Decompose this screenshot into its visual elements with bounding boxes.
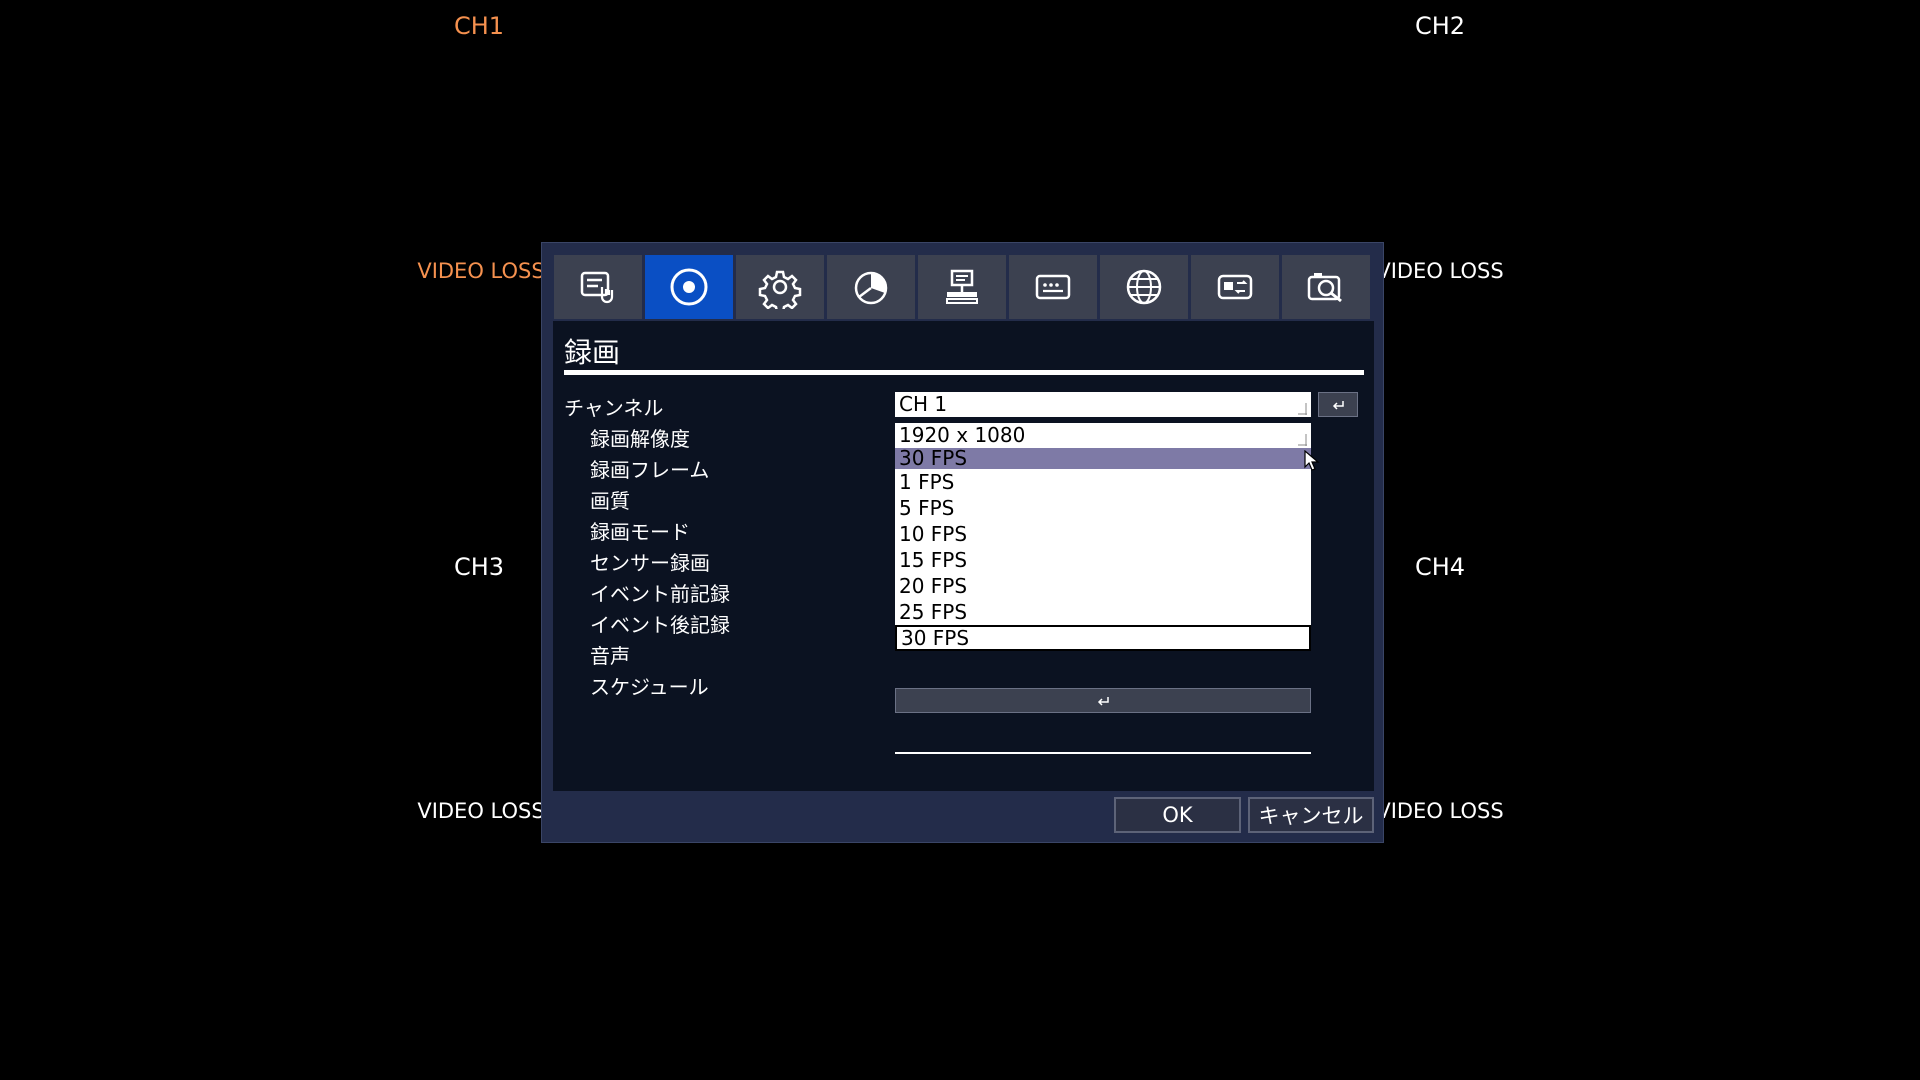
frame-option-15fps[interactable]: 15 FPS (895, 547, 1311, 573)
menu-tabs (554, 255, 1370, 319)
label-pre-event: イベント前記録 (590, 582, 730, 606)
display-icon (1035, 274, 1071, 300)
globe-icon (1126, 269, 1162, 305)
setup-dialog: 録画 チャンネル 録画解像度 録画フレーム 画質 録画モード センサー録画 イベ… (541, 242, 1384, 843)
label-schedule: スケジュール (590, 675, 709, 699)
ok-button[interactable]: OK (1114, 797, 1241, 833)
corner-mark-icon (1298, 434, 1307, 446)
storage-icon (1217, 274, 1253, 300)
quick-setup-icon (580, 271, 614, 304)
dvr-screen: CH1 CH2 CH3 CH4 VIDEO LOSS VIDEO LOSS VI… (0, 0, 1920, 1080)
record-settings-panel: 録画 チャンネル 録画解像度 録画フレーム 画質 録画モード センサー録画 イベ… (553, 321, 1374, 791)
channel-value: CH 1 (899, 392, 948, 416)
tab-search[interactable] (1282, 255, 1370, 319)
channel-select[interactable]: CH 1 (895, 392, 1311, 417)
mouse-cursor-icon (1304, 450, 1320, 471)
search-icon (1307, 273, 1342, 303)
dropdown-bottom-border (895, 752, 1311, 754)
corner-mark-icon (1298, 403, 1307, 415)
frame-option-20fps[interactable]: 20 FPS (895, 573, 1311, 599)
page-title: 録画 (564, 336, 621, 369)
label-frame: 録画フレーム (590, 458, 710, 482)
frame-option-25fps[interactable]: 25 FPS (895, 599, 1311, 625)
schedule-button[interactable] (895, 688, 1311, 713)
enter-icon (1332, 400, 1344, 410)
channel-label-ch2: CH2 (1414, 12, 1466, 40)
frame-option-30fps[interactable]: 30 FPS (895, 625, 1311, 651)
tab-storage[interactable] (1191, 255, 1279, 319)
label-audio: 音声 (590, 644, 630, 668)
tab-network[interactable] (918, 255, 1006, 319)
cancel-button[interactable]: キャンセル (1248, 797, 1374, 833)
chart-icon (854, 271, 888, 305)
network-pc-icon (946, 269, 978, 304)
frame-option-5fps[interactable]: 5 FPS (895, 495, 1311, 521)
label-quality: 画質 (590, 489, 630, 513)
label-mode: 録画モード (590, 520, 690, 544)
resolution-select[interactable]: 1920 x 1080 (895, 423, 1311, 448)
label-channel: チャンネル (564, 396, 664, 420)
enter-icon (1097, 696, 1109, 706)
tab-display[interactable] (1009, 255, 1097, 319)
frame-rate-dropdown: 1 FPS 5 FPS 10 FPS 15 FPS 20 FPS 25 FPS … (895, 469, 1311, 651)
label-sensor: センサー録画 (590, 551, 710, 575)
tab-statistics[interactable] (827, 255, 915, 319)
title-divider (564, 370, 1364, 375)
frame-rate-value: 30 FPS (899, 446, 968, 470)
tab-record[interactable] (645, 255, 733, 319)
channel-label-ch1: CH1 (453, 12, 505, 40)
label-post-event: イベント後記録 (590, 613, 730, 637)
channel-apply-button[interactable] (1318, 392, 1358, 417)
settings-gear-icon (758, 270, 802, 309)
tab-settings[interactable] (736, 255, 824, 319)
frame-option-10fps[interactable]: 10 FPS (895, 521, 1311, 547)
resolution-value: 1920 x 1080 (899, 423, 1026, 447)
tab-quick-setup[interactable] (554, 255, 642, 319)
tab-internet[interactable] (1100, 255, 1188, 319)
frame-option-1fps[interactable]: 1 FPS (895, 469, 1311, 495)
frame-rate-select[interactable]: 30 FPS (895, 448, 1311, 469)
label-resolution: 録画解像度 (590, 427, 690, 451)
record-icon (670, 268, 708, 306)
